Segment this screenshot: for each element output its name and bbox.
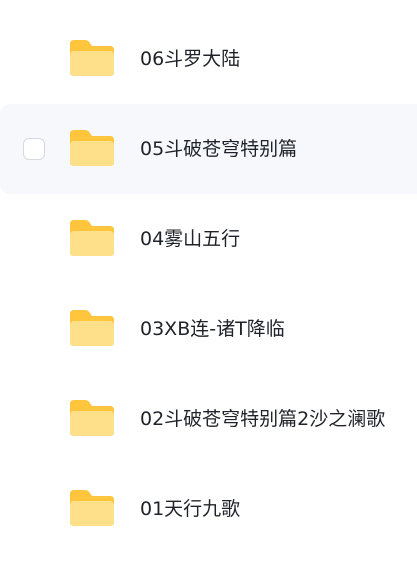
folder-icon	[68, 128, 116, 168]
folder-icon	[68, 38, 116, 78]
folder-icon	[68, 398, 116, 438]
folder-name: 06斗罗大陆	[140, 48, 241, 70]
select-checkbox[interactable]	[23, 138, 45, 160]
folder-name: 04雾山五行	[140, 228, 241, 250]
folder-row[interactable]: 04雾山五行	[0, 194, 417, 284]
folder-name: 05斗破苍穹特别篇	[140, 138, 298, 160]
folder-name: 03XB连-诸T降临	[140, 318, 285, 340]
folder-row[interactable]: 02斗破苍穹特别篇2沙之澜歌	[0, 374, 417, 464]
folder-row[interactable]: 06斗罗大陆	[0, 14, 417, 104]
folder-icon	[68, 218, 116, 258]
folder-name: 02斗破苍穹特别篇2沙之澜歌	[140, 408, 386, 430]
folder-name: 01天行九歌	[140, 498, 241, 520]
folder-row[interactable]: 01天行九歌	[0, 464, 417, 554]
folder-row[interactable]: 05斗破苍穹特别篇	[0, 104, 417, 194]
file-list: 06斗罗大陆 05斗破苍穹特别篇 04雾山五行 03XB连-诸T降临 02斗破苍…	[0, 14, 417, 554]
folder-row[interactable]: 03XB连-诸T降临	[0, 284, 417, 374]
folder-icon	[68, 308, 116, 348]
folder-icon	[68, 488, 116, 528]
